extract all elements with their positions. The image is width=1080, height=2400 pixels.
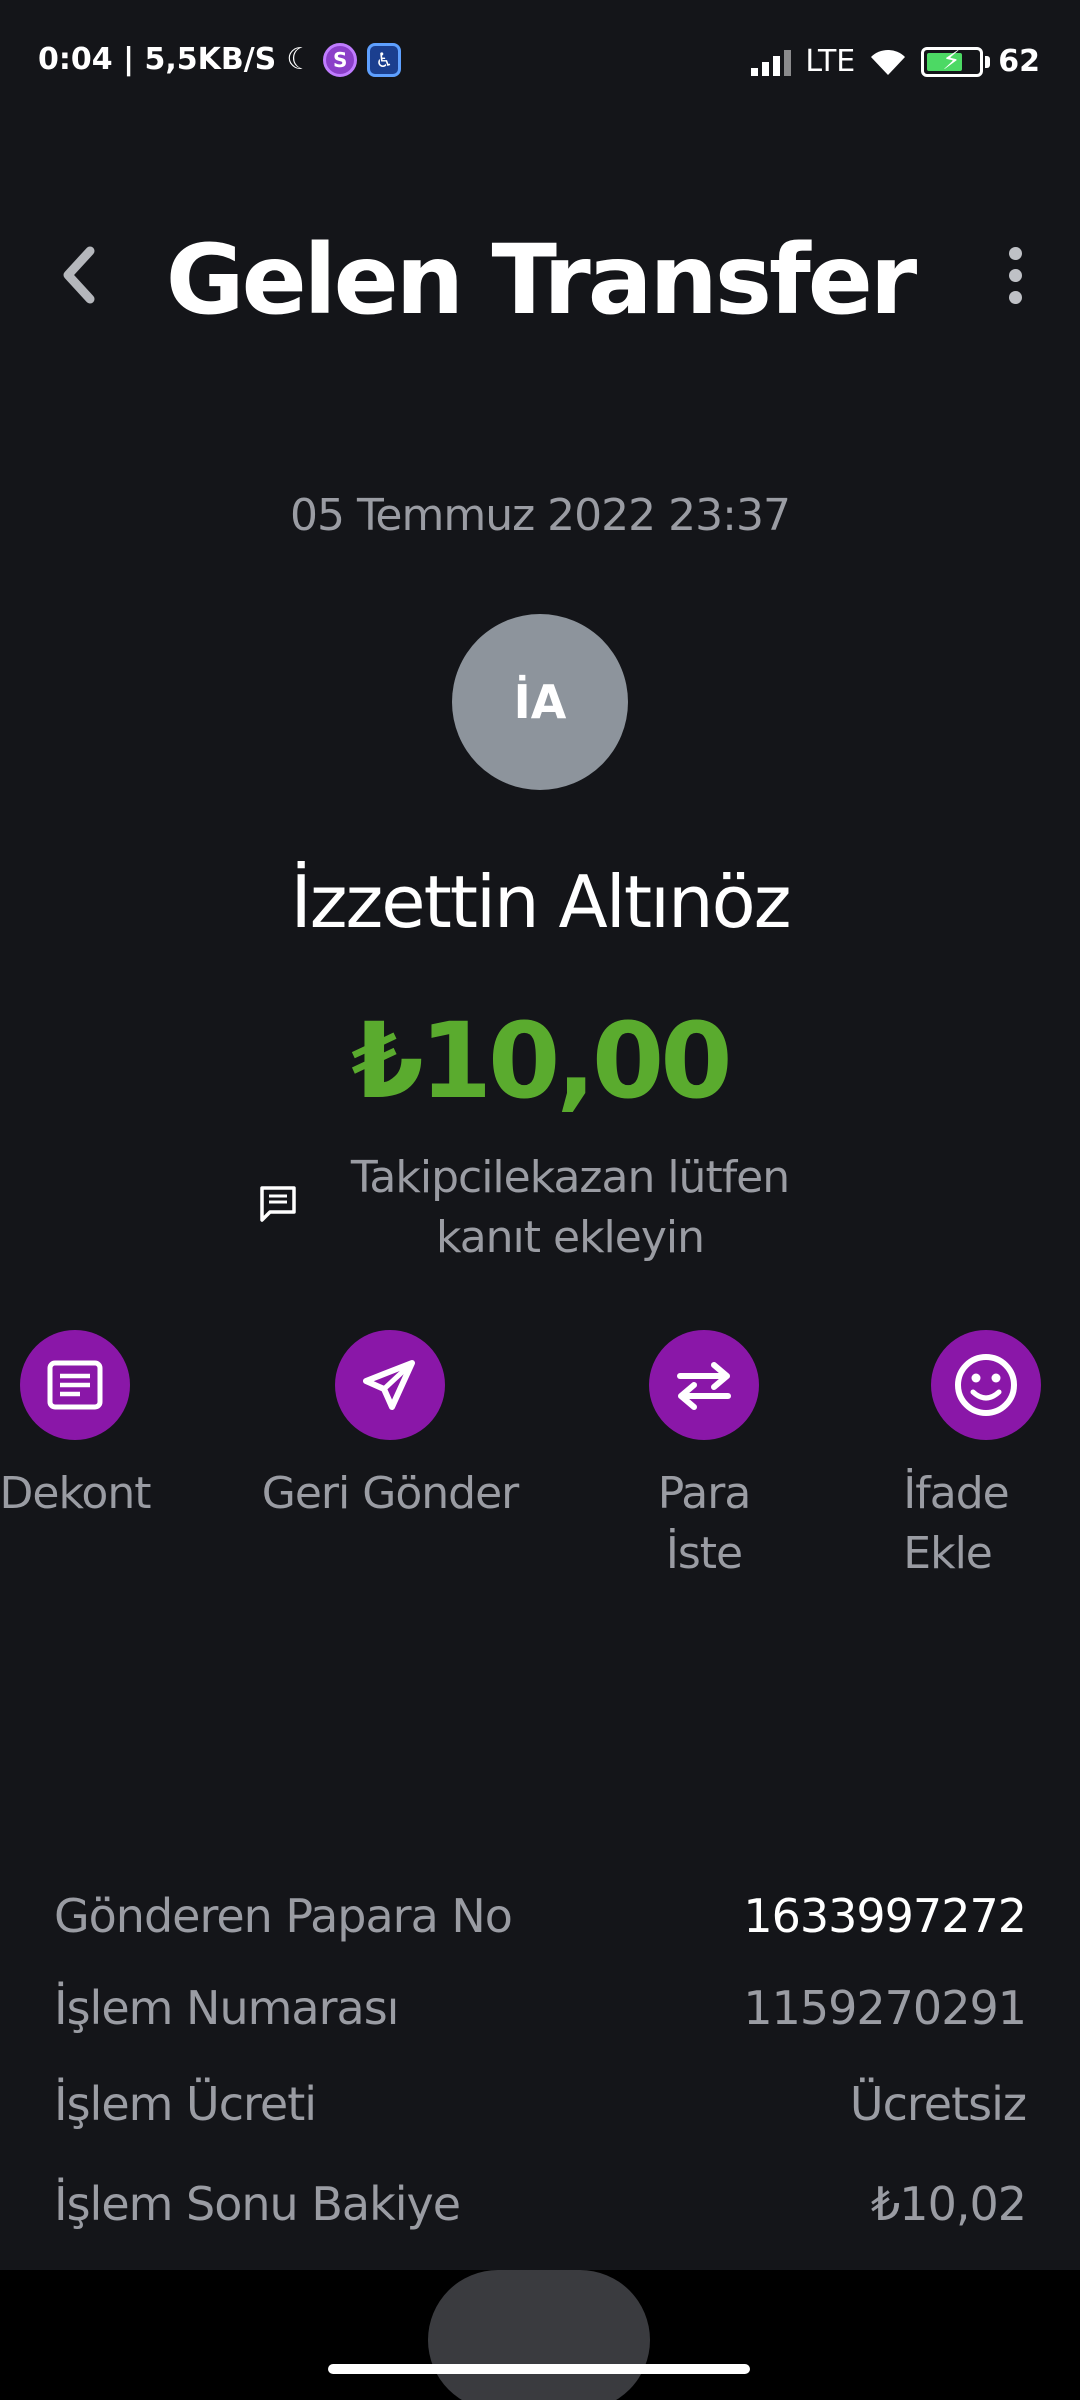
add-reaction-action-label: İfade Ekle xyxy=(903,1468,1009,1579)
home-indicator[interactable] xyxy=(328,2364,750,2374)
request-money-action-button[interactable]: Para İste xyxy=(594,1330,814,1584)
more-dot-icon xyxy=(1008,246,1022,260)
receipt-action-circle[interactable] xyxy=(20,1330,130,1440)
send-icon xyxy=(363,1360,415,1410)
receipt-action-button[interactable]: Dekont xyxy=(0,1330,170,1524)
battery-cap xyxy=(985,55,991,68)
send-back-action-button[interactable]: Geri Gönder xyxy=(240,1330,540,1524)
header: Gelen Transfer xyxy=(0,210,1080,340)
receipt-action-label: Dekont xyxy=(0,1468,151,1519)
avatar: İA xyxy=(452,614,628,790)
detail-key: İşlem Ücreti xyxy=(54,2077,317,2131)
status-right: LTE ⚡ 62 xyxy=(751,44,1040,79)
page-title: Gelen Transfer xyxy=(165,224,917,336)
detail-key: Gönderen Papara No xyxy=(54,1889,513,1943)
send-back-action-circle[interactable] xyxy=(335,1330,445,1440)
transfer-date: 05 Temmuz 2022 23:37 xyxy=(290,490,791,541)
status-bar: 0:04 | 5,5KB/S ☾ S ♿ LTE ⚡ 62 xyxy=(0,0,1080,130)
status-time-speed: 0:04 | 5,5KB/S xyxy=(38,42,277,77)
status-left: 0:04 | 5,5KB/S ☾ S ♿ xyxy=(38,42,402,77)
battery-icon: ⚡ xyxy=(921,46,984,77)
floating-pill-button[interactable] xyxy=(428,2270,650,2400)
app-notification-icon: S xyxy=(323,42,358,77)
accessibility-notification-icon: ♿ xyxy=(367,42,402,77)
wifi-icon xyxy=(871,49,906,75)
detail-key: İşlem Sonu Bakiye xyxy=(54,2177,461,2231)
detail-value: Ücretsiz xyxy=(849,2077,1027,2131)
avatar-initials: İA xyxy=(513,675,567,729)
more-dot-icon xyxy=(1008,290,1022,304)
add-reaction-action-circle[interactable] xyxy=(931,1330,1041,1440)
add-reaction-action-button[interactable]: İfade Ekle xyxy=(876,1330,1080,1584)
transfer-amount: ₺10,00 xyxy=(351,1000,732,1122)
send-back-action-label: Geri Gönder xyxy=(261,1468,519,1519)
detail-row-sender-no: Gönderen Papara No 1633997272 xyxy=(54,1870,1027,1962)
receipt-icon xyxy=(47,1360,103,1410)
network-type: LTE xyxy=(805,44,856,79)
detail-value: ₺10,02 xyxy=(871,2177,1027,2231)
detail-key: İşlem Numarası xyxy=(54,1981,399,2035)
transfer-note: Takipcilekazan lütfen kanıt ekleyin xyxy=(350,1152,790,1263)
note-row: Takipcilekazan lütfen kanıt ekleyin xyxy=(0,1148,1080,1278)
transaction-details: Gönderen Papara No 1633997272 İşlem Numa… xyxy=(54,1870,1027,2254)
request-money-action-circle[interactable] xyxy=(649,1330,759,1440)
battery-percent: 62 xyxy=(998,44,1040,79)
more-options-button[interactable] xyxy=(990,240,1040,310)
sender-name: İzzettin Altınöz xyxy=(290,860,791,944)
request-money-action-label: Para İste xyxy=(657,1468,752,1579)
message-icon xyxy=(260,1186,296,1222)
detail-row-fee: İşlem Ücreti Ücretsiz xyxy=(54,2054,1027,2154)
detail-row-transaction-no: İşlem Numarası 1159270291 xyxy=(54,1962,1027,2054)
more-dot-icon xyxy=(1008,268,1022,282)
detail-value: 1159270291 xyxy=(743,1981,1027,2035)
signal-icon xyxy=(751,48,792,76)
detail-row-balance: İşlem Sonu Bakiye ₺10,02 xyxy=(54,2154,1027,2254)
moon-icon: ☾ xyxy=(286,42,314,77)
swap-arrows-icon xyxy=(677,1362,731,1410)
screen: 0:04 | 5,5KB/S ☾ S ♿ LTE ⚡ 62 Gelen Tran… xyxy=(0,0,1080,2400)
smiley-icon xyxy=(955,1354,1017,1416)
detail-value[interactable]: 1633997272 xyxy=(743,1889,1027,1943)
